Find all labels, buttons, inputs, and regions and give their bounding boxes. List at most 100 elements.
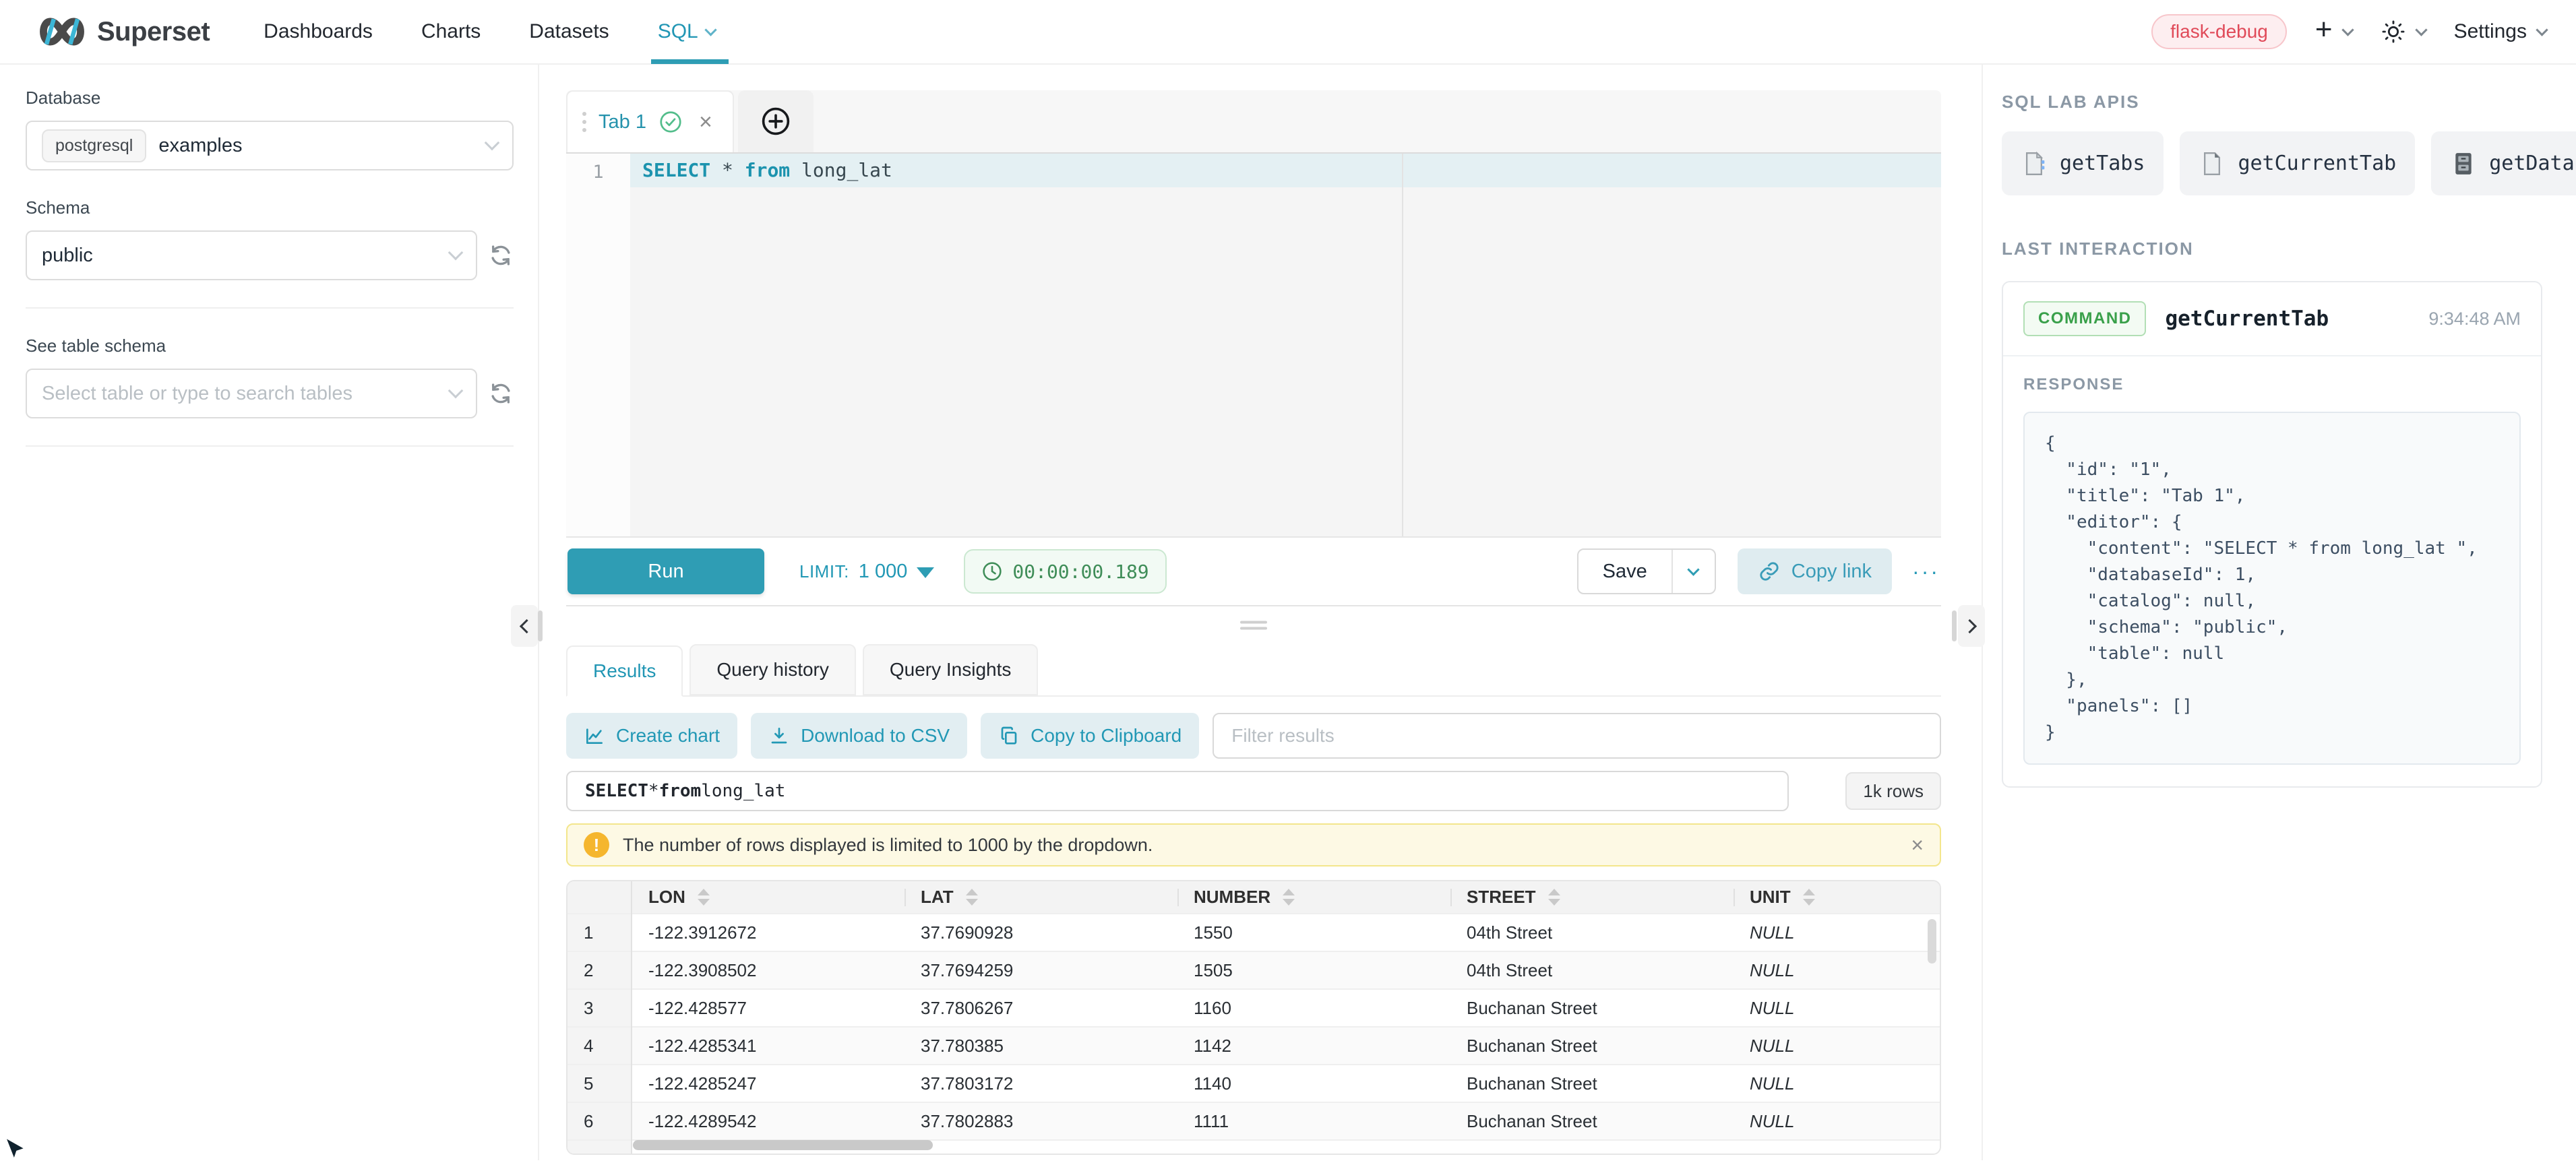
panel-drag-bar[interactable] <box>1952 610 1957 641</box>
download-csv-button[interactable]: Download to CSV <box>751 713 967 759</box>
interaction-body: RESPONSE { "id": "1", "title": "Tab 1", … <box>2003 356 2541 786</box>
horizontal-scrollbar[interactable] <box>633 1140 933 1150</box>
editor-tab-title: Tab 1 <box>599 111 646 133</box>
database-engine-tag: postgresql <box>42 129 146 162</box>
response-label: RESPONSE <box>2023 375 2521 394</box>
copy-link-button[interactable]: Copy link <box>1738 548 1892 594</box>
superset-logo-icon <box>38 17 86 46</box>
drag-handle-icon[interactable] <box>582 112 586 116</box>
vertical-scrollbar[interactable] <box>1928 919 1936 964</box>
settings-menu[interactable]: Settings <box>2454 20 2546 43</box>
sort-icon <box>1283 889 1295 906</box>
sql-lab-apis-panel: SQL LAB APIS getTabs <box>1982 65 2576 1160</box>
get-tabs-button[interactable]: getTabs <box>2002 131 2164 195</box>
row-count-badge: 1k rows <box>1845 772 1941 810</box>
api-buttons: getTabs getCurrentTab <box>2002 131 2542 195</box>
apis-section-title: SQL LAB APIS <box>2002 92 2542 113</box>
filter-results-input[interactable] <box>1213 713 1941 759</box>
database-label: Database <box>26 88 514 108</box>
tab-query-insights[interactable]: Query Insights <box>863 644 1039 695</box>
results-table-body: 1-122.391267237.7690928155004th StreetNU… <box>568 914 1940 1155</box>
refresh-schema-icon[interactable] <box>488 243 514 268</box>
sql-editor-main: Tab 1 × 1 SELECT * from long_lat <box>539 65 1982 1160</box>
table-row: 2-122.390850237.7694259150504th StreetNU… <box>568 951 1940 989</box>
limit-dropdown[interactable]: LIMIT: 1 000 <box>799 561 934 583</box>
brand-logo[interactable]: Superset <box>38 17 210 47</box>
table-row: 5-122.428524737.78031721140Buchanan Stre… <box>568 1065 1940 1102</box>
refresh-tables-icon[interactable] <box>488 381 514 406</box>
collapse-panel-button[interactable] <box>1958 605 1985 647</box>
get-current-tab-button[interactable]: getCurrentTab <box>2180 131 2415 195</box>
get-databases-button[interactable]: getDatabases <box>2431 131 2576 195</box>
caret-down-icon <box>917 567 934 578</box>
copy-link-label: Copy link <box>1791 561 1872 583</box>
chevron-down-icon <box>448 245 464 261</box>
download-icon <box>768 725 790 747</box>
table-select[interactable]: Select table or type to search tables <box>26 369 477 418</box>
column-header-unit[interactable]: UNIT <box>1734 881 1940 914</box>
nav-item-datasets[interactable]: Datasets <box>529 0 609 64</box>
sidebar-drag-bar[interactable] <box>538 610 543 641</box>
save-options-caret[interactable] <box>1672 550 1715 593</box>
close-tab-icon[interactable]: × <box>699 111 712 133</box>
line-number: 1 <box>592 162 603 183</box>
editor-tab-1[interactable]: Tab 1 × <box>566 90 734 152</box>
column-header-lat[interactable]: LAT <box>904 881 1177 914</box>
sql-code-editor[interactable]: 1 SELECT * from long_lat <box>566 152 1941 538</box>
pane-divider <box>566 606 1941 644</box>
column-header-lon[interactable]: LON <box>632 881 904 914</box>
tab-results[interactable]: Results <box>566 645 683 697</box>
column-header-street[interactable]: STREET <box>1450 881 1734 914</box>
nav-items: Dashboards Charts Datasets SQL <box>264 0 715 64</box>
last-interaction-card: COMMAND getCurrentTab 9:34:48 AM RESPONS… <box>2002 281 2542 788</box>
file-cabinet-icon <box>2450 150 2477 177</box>
nav-item-sql[interactable]: SQL <box>658 0 715 64</box>
resize-handle-icon[interactable] <box>1240 618 1267 633</box>
table-row: 4-122.428534137.7803851142Buchanan Stree… <box>568 1027 1940 1065</box>
nav-item-charts[interactable]: Charts <box>421 0 481 64</box>
clock-icon <box>981 561 1003 582</box>
app-body: Database postgresql examples Schema publ… <box>0 65 2576 1160</box>
chart-icon <box>584 725 605 747</box>
link-icon <box>1758 560 1781 583</box>
command-timestamp: 9:34:48 AM <box>2428 309 2521 329</box>
environment-badge: flask-debug <box>2151 14 2287 49</box>
sidebar-divider <box>26 307 514 309</box>
add-tab-button[interactable] <box>738 90 814 152</box>
navbar-right: flask-debug + Settings <box>2151 14 2546 49</box>
more-actions-button[interactable]: ··· <box>1912 559 1940 584</box>
results-table-header: LONLATNUMBERSTREETUNIT <box>568 881 1940 914</box>
results-table: LONLATNUMBERSTREETUNIT 1-122.391267237.7… <box>568 881 1940 1155</box>
new-item-menu[interactable]: + <box>2315 19 2352 44</box>
theme-menu[interactable] <box>2381 19 2426 44</box>
editor-tabstrip: Tab 1 × <box>566 90 1941 152</box>
warning-text: The number of rows displayed is limited … <box>623 835 1153 856</box>
table-row: 3-122.42857737.78062671160Buchanan Stree… <box>568 989 1940 1027</box>
nav-item-dashboards[interactable]: Dashboards <box>264 0 373 64</box>
chevron-down-icon <box>2415 24 2427 36</box>
schema-select[interactable]: public <box>26 230 477 280</box>
column-header-number[interactable]: NUMBER <box>1177 881 1450 914</box>
row-limit-warning: ! The number of rows displayed is limite… <box>566 823 1941 866</box>
chevron-down-icon <box>704 24 716 36</box>
database-select[interactable]: postgresql examples <box>26 121 514 170</box>
copy-clipboard-button[interactable]: Copy to Clipboard <box>981 713 1199 759</box>
create-chart-button[interactable]: Create chart <box>566 713 737 759</box>
database-value: examples <box>158 135 242 157</box>
close-warning-icon[interactable]: × <box>1911 834 1924 856</box>
limit-label: LIMIT: <box>799 561 849 582</box>
results-table-card: LONLATNUMBERSTREETUNIT 1-122.391267237.7… <box>566 880 1941 1155</box>
collapse-sidebar-button[interactable] <box>511 605 538 647</box>
tab-query-history[interactable]: Query history <box>689 644 856 695</box>
command-name: getCurrentTab <box>2165 307 2329 331</box>
sql-statement: SELECT * from long_lat <box>630 154 1941 181</box>
page-tabs-icon <box>2021 150 2048 177</box>
editor-code-area[interactable]: SELECT * from long_lat <box>630 154 1941 536</box>
editor-gutter: 1 <box>566 154 630 536</box>
run-button[interactable]: Run <box>568 548 764 594</box>
check-circle-icon <box>658 110 683 134</box>
command-badge: COMMAND <box>2023 301 2146 336</box>
sort-icon <box>698 889 710 906</box>
query-preview-row: SELECT * from long_lat 1k rows <box>566 771 1941 811</box>
save-button[interactable]: Save <box>1578 550 1672 593</box>
